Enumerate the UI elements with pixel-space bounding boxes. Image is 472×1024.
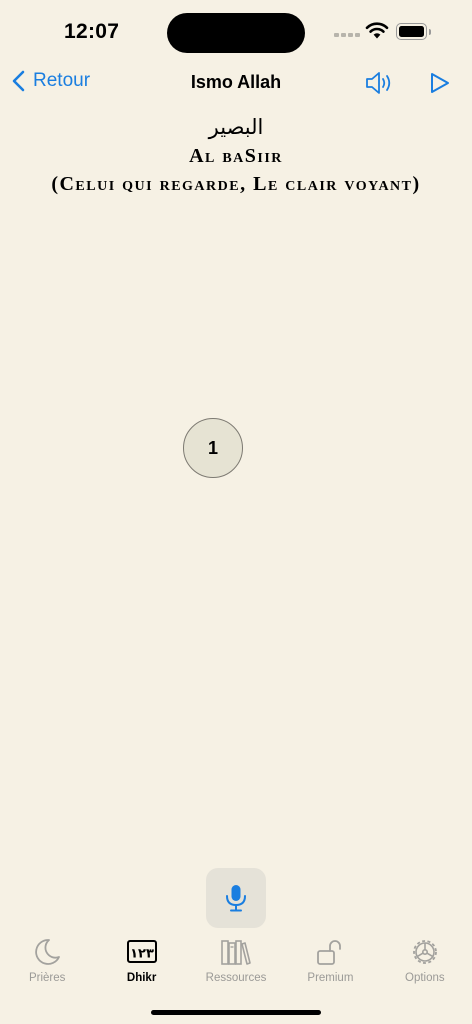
microphone-button[interactable] — [206, 868, 266, 928]
tab-options[interactable]: Options — [378, 936, 472, 996]
arabic-name: البصير — [208, 115, 264, 139]
status-bar: 12:07 — [0, 0, 472, 64]
tab-label: Prières — [28, 972, 66, 984]
tab-label: Premium — [307, 972, 354, 984]
unlock-icon — [317, 940, 342, 965]
tab-label: Dhikr — [126, 972, 157, 984]
cellular-signal-icon — [334, 33, 360, 37]
tab-bar: Prières ١٢٣ Dhikr Ressources Premium Opt… — [0, 936, 472, 996]
microphone-icon — [226, 885, 246, 912]
home-indicator — [151, 1010, 321, 1015]
tab-dhikr[interactable]: ١٢٣ Dhikr — [94, 936, 188, 996]
transliterated-name: Al baSiir — [189, 145, 283, 167]
battery-icon — [396, 23, 431, 40]
divine-name-block: البصير Al baSiir (Celui qui regarde, Le … — [0, 112, 472, 198]
gear-icon — [412, 940, 437, 964]
counter-icon: ١٢٣ — [126, 940, 157, 963]
speaker-icon[interactable] — [364, 70, 394, 96]
tab-label: Ressources — [205, 972, 267, 984]
books-icon — [221, 940, 251, 965]
svg-text:١٢٣: ١٢٣ — [130, 947, 154, 962]
navigation-bar: Retour Ismo Allah — [0, 64, 472, 104]
tab-prieres[interactable]: Prières — [0, 936, 94, 996]
page-title: Ismo Allah — [190, 72, 282, 92]
moon-icon — [35, 939, 61, 965]
tab-premium[interactable]: Premium — [283, 936, 377, 996]
tab-ressources[interactable]: Ressources — [189, 936, 283, 996]
tab-label: Options — [405, 972, 445, 984]
dynamic-island — [167, 13, 305, 53]
name-meaning: (Celui qui regarde, Le clair voyant) — [51, 173, 421, 195]
dhikr-counter-button[interactable]: 1 — [183, 418, 243, 478]
play-icon[interactable] — [429, 72, 451, 94]
wifi-icon — [365, 22, 389, 39]
status-time: 12:07 — [64, 20, 120, 43]
